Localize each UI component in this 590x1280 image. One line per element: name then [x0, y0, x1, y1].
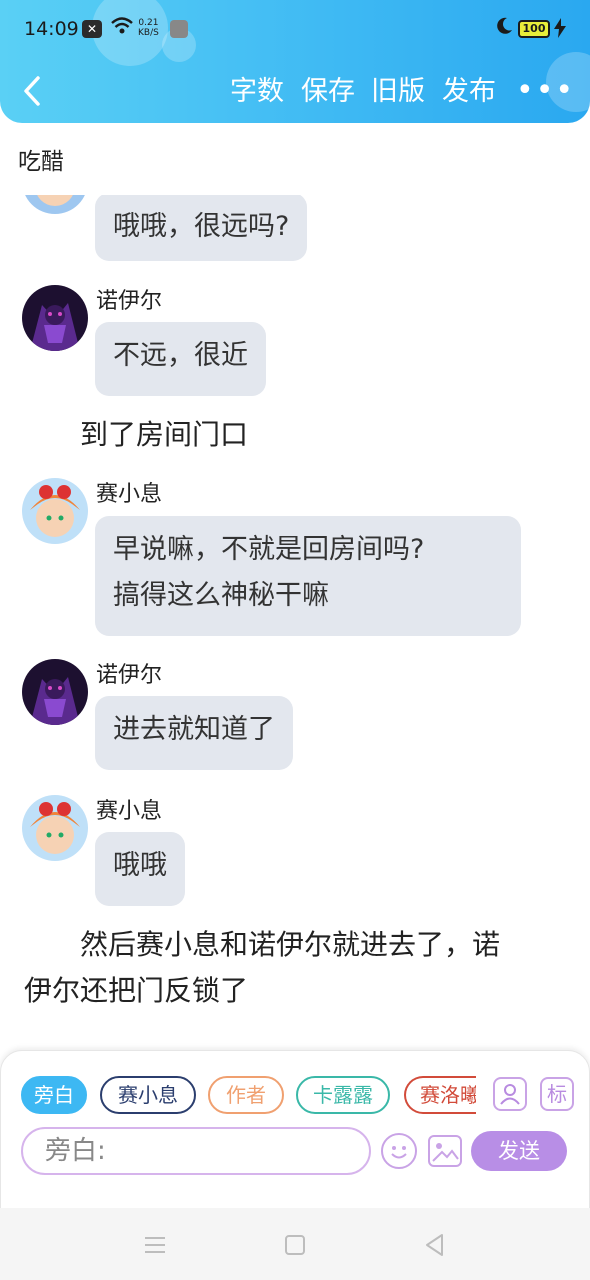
back-icon[interactable]	[18, 74, 50, 108]
publish-button[interactable]: 发布	[442, 72, 496, 112]
message-bubble[interactable]: 哦哦	[95, 832, 185, 906]
speaker-name: 赛小息	[96, 482, 163, 507]
status-bar: 14:09 ✕ 0.21 KB/S 100	[0, 0, 590, 60]
person-icon[interactable]	[493, 1077, 527, 1111]
emoji-icon[interactable]	[381, 1133, 417, 1169]
more-icon[interactable]: •••	[516, 76, 575, 106]
mark-button[interactable]: 标	[540, 1077, 574, 1111]
speaker-name: 诺伊尔	[96, 289, 163, 314]
role-chip[interactable]: 赛洛曦	[404, 1076, 476, 1114]
charging-icon	[554, 18, 566, 42]
chat-area[interactable]: 哦哦，很远吗? 诺伊尔 不远，很近 到了房间门口 赛小息 早说嘛，不就是回房间吗…	[0, 195, 590, 1050]
network-speed-value: 0.21	[138, 18, 159, 28]
chapter-title[interactable]: 吃醋	[18, 142, 64, 176]
system-nav-bar	[0, 1208, 590, 1280]
x-icon: ✕	[82, 20, 102, 38]
message-line: 早说嘛，不就是回房间吗?	[113, 534, 425, 565]
status-time: 14:09	[24, 18, 79, 40]
narration-line: 然后赛小息和诺伊尔就进去了，诺	[80, 928, 501, 961]
narration-divider[interactable]: ——————————	[78, 1030, 340, 1050]
narration-text[interactable]: 到了房间门口	[80, 412, 248, 458]
word-count-button[interactable]: 字数	[230, 72, 284, 112]
narration-line: 伊尔还把门反锁了	[24, 974, 249, 1007]
narration-text[interactable]: 然后赛小息和诺伊尔就进去了，诺 伊尔还把门反锁了	[24, 922, 564, 1014]
save-button[interactable]: 保存	[301, 72, 355, 112]
avatar[interactable]	[22, 659, 88, 725]
role-chip[interactable]: 赛小息	[100, 1076, 196, 1114]
avatar[interactable]	[22, 195, 88, 214]
speaker-name: 赛小息	[96, 799, 163, 824]
role-chip[interactable]: 卡露露	[296, 1076, 390, 1114]
top-header: 14:09 ✕ 0.21 KB/S 100 字数 保存 旧版 发布 •••	[0, 0, 590, 123]
moon-icon	[494, 16, 514, 41]
layers-icon	[170, 20, 188, 38]
message-input[interactable]: 旁白:	[21, 1127, 371, 1175]
avatar[interactable]	[22, 795, 88, 861]
avatar[interactable]	[22, 478, 88, 544]
role-chip-narrator[interactable]: 旁白	[21, 1076, 87, 1114]
wifi-icon	[110, 16, 134, 41]
battery-icon: 100	[518, 20, 550, 38]
input-panel: 旁白 赛小息 作者 卡露露 赛洛曦 标 旁白: 发送	[0, 1050, 590, 1210]
network-speed: 0.21 KB/S	[138, 18, 159, 38]
message-bubble[interactable]: 早说嘛，不就是回房间吗? 搞得这么神秘干嘛	[95, 516, 521, 636]
old-version-button[interactable]: 旧版	[371, 72, 425, 112]
message-line: 搞得这么神秘干嘛	[113, 580, 329, 611]
back-nav-icon[interactable]	[420, 1230, 450, 1260]
message-bubble[interactable]: 不远，很近	[95, 322, 266, 396]
send-button[interactable]: 发送	[471, 1131, 567, 1171]
message-bubble[interactable]: 进去就知道了	[95, 696, 293, 770]
role-chip[interactable]: 作者	[208, 1076, 284, 1114]
menu-icon[interactable]	[140, 1230, 170, 1260]
avatar[interactable]	[22, 285, 88, 351]
network-speed-unit: KB/S	[138, 28, 159, 38]
speaker-name: 诺伊尔	[96, 663, 163, 688]
image-icon[interactable]	[428, 1135, 462, 1167]
home-icon[interactable]	[280, 1230, 310, 1260]
message-bubble[interactable]: 哦哦，很远吗?	[95, 195, 308, 261]
